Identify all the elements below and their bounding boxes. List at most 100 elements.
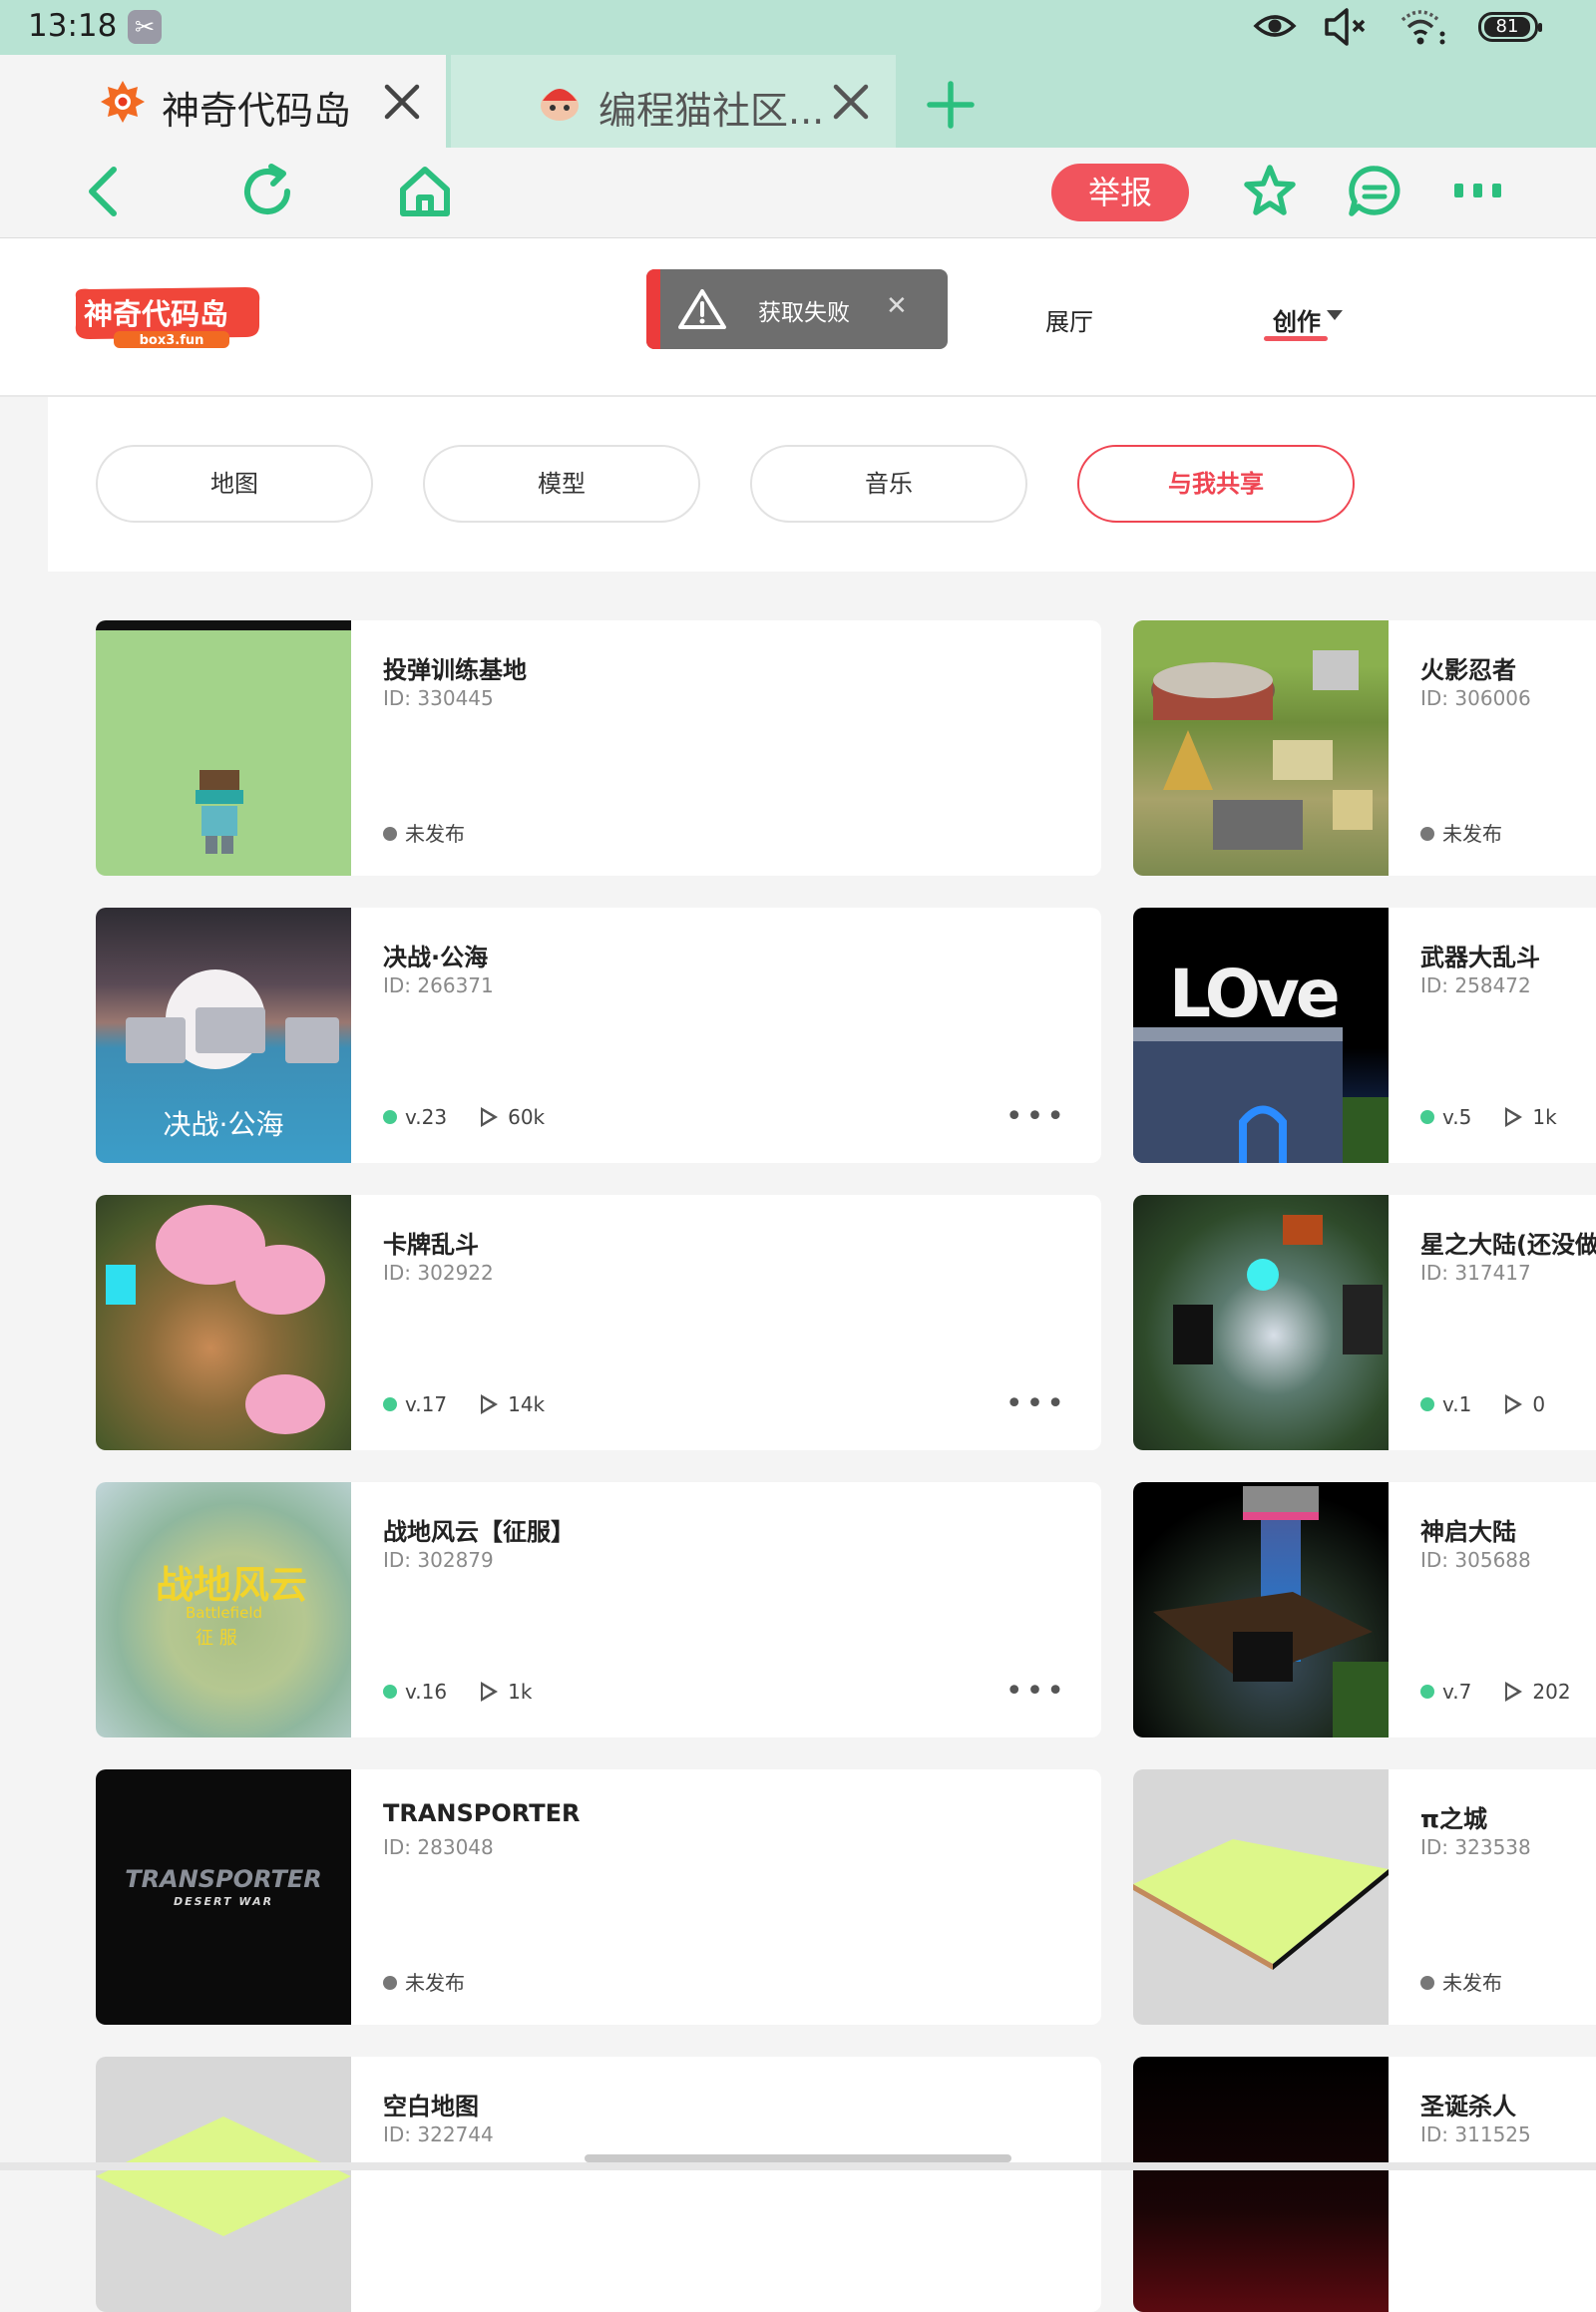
mute-icon — [1325, 8, 1366, 46]
project-card[interactable]: TRANSPORTER DESERT WAR TRANSPORTER ID: 2… — [96, 1769, 1101, 2025]
arrow-left-icon[interactable] — [76, 162, 136, 221]
project-card[interactable]: 战地风云 Battlefield 征 服 战地风云【征服】 ID: 302879… — [96, 1482, 1101, 1737]
project-card[interactable]: 星之大陆(还没做 ID: 317417 v.1 0 — [1133, 1195, 1596, 1450]
project-title: 卡牌乱斗 — [383, 1231, 479, 1259]
status-text: 未发布 — [405, 822, 465, 846]
project-version: v.7 — [1442, 1680, 1472, 1704]
project-card[interactable]: 圣诞杀人 ID: 311525 — [1133, 2057, 1596, 2312]
tab-shenqi[interactable]: 神奇代码岛 — [0, 55, 446, 148]
site-favicon-icon — [101, 81, 145, 123]
status-text: 未发布 — [405, 1971, 465, 1995]
project-id: ID: 323538 — [1420, 1835, 1531, 1859]
project-thumbnail[interactable] — [96, 1195, 351, 1450]
filter-map[interactable]: 地图 — [96, 445, 373, 523]
project-title: 神启大陆 — [1420, 1518, 1516, 1546]
project-card[interactable]: 神启大陆 ID: 305688 v.7 202 — [1133, 1482, 1596, 1737]
more-icon[interactable] — [1448, 162, 1508, 221]
project-thumbnail[interactable] — [96, 2057, 351, 2312]
play-icon — [1505, 1393, 1523, 1414]
project-status: 未发布 — [1420, 1967, 1502, 1996]
home-icon[interactable] — [395, 162, 455, 221]
project-id: ID: 302879 — [383, 1548, 494, 1572]
project-thumbnail[interactable] — [1133, 1195, 1389, 1450]
new-tab-plus-icon[interactable] — [924, 78, 978, 132]
project-thumbnail[interactable] — [1133, 2057, 1389, 2312]
site-logo[interactable]: 神奇代码岛 box3.fun — [70, 285, 265, 349]
filter-music[interactable]: 音乐 — [750, 445, 1027, 523]
tower-scene — [1153, 1486, 1389, 1737]
ship-shape — [196, 1007, 265, 1053]
status-dot-icon — [1420, 1684, 1434, 1699]
flat-plate-shape — [1133, 1839, 1389, 1970]
project-card[interactable]: 投弹训练基地 ID: 330445 未发布 — [96, 620, 1101, 876]
scissors-icon: ✂ — [128, 10, 162, 44]
play-icon — [481, 1106, 499, 1127]
report-button[interactable]: 举报 — [1051, 164, 1189, 221]
reload-icon[interactable] — [237, 162, 297, 221]
thumbnail-title: TRANSPORTER — [125, 1865, 322, 1893]
ship-shape — [126, 1017, 186, 1063]
site-header: 神奇代码岛 box3.fun 发现 展厅 创作 获取失败 ✕ — [0, 238, 1596, 397]
project-id: ID: 302922 — [383, 1261, 494, 1285]
project-card[interactable]: 决战·公海 决战·公海 ID: 266371 v.23 60k ••• — [96, 908, 1101, 1163]
thumbnail-subtitle-2: 征 服 — [196, 1628, 237, 1649]
status-bar: 13:18 ✂ 81 — [0, 0, 1596, 55]
comment-icon[interactable] — [1345, 162, 1404, 221]
close-icon[interactable]: ✕ — [886, 291, 908, 321]
project-title: 投弹训练基地 — [383, 656, 527, 684]
project-thumbnail[interactable]: 战地风云 Battlefield 征 服 — [96, 1482, 351, 1737]
project-version: v.1 — [1442, 1392, 1472, 1416]
nav-create[interactable]: 创作 — [1273, 302, 1321, 337]
project-title: 火影忍者 — [1420, 656, 1516, 684]
nav-bar-background — [0, 2162, 1596, 2170]
more-options-icon[interactable]: ••• — [1005, 1386, 1067, 1421]
blossom-shape — [235, 1245, 325, 1315]
more-options-icon[interactable]: ••• — [1005, 1674, 1067, 1709]
toast-message: 获取失败 — [758, 300, 850, 326]
project-card[interactable]: LOve 武器大乱斗 ID: 258472 v.5 1k — [1133, 908, 1596, 1163]
project-stats: v.7 202 — [1420, 1680, 1571, 1704]
project-card[interactable]: 火影忍者 ID: 306006 未发布 — [1133, 620, 1596, 876]
project-thumbnail[interactable] — [1133, 1482, 1389, 1737]
thumbnail-title: 战地风云 — [156, 1563, 308, 1607]
status-dot-icon — [383, 826, 397, 841]
status-dot-icon — [1420, 1975, 1434, 1990]
close-icon[interactable] — [828, 79, 874, 125]
tab-title: 编程猫社区... — [598, 89, 825, 133]
project-id: ID: 258472 — [1420, 973, 1531, 997]
eye-icon — [1253, 15, 1297, 37]
status-dot-icon — [383, 1684, 397, 1699]
project-card[interactable]: 空白地图 ID: 322744 — [96, 2057, 1101, 2312]
project-id: ID: 283048 — [383, 1835, 494, 1859]
project-thumbnail[interactable]: 决战·公海 — [96, 908, 351, 1163]
status-text: 未发布 — [1442, 822, 1502, 846]
project-stats: v.16 1k — [383, 1680, 532, 1704]
nav-gallery[interactable]: 展厅 — [1045, 302, 1093, 337]
star-icon[interactable] — [1240, 162, 1300, 221]
chevron-down-icon[interactable] — [1327, 310, 1343, 320]
ship-shape — [285, 1017, 339, 1063]
project-status: 未发布 — [383, 818, 465, 847]
project-thumbnail[interactable]: LOve — [1133, 908, 1389, 1163]
filter-shared-with-me[interactable]: 与我共享 — [1077, 445, 1355, 523]
project-title: TRANSPORTER — [383, 1799, 581, 1827]
project-thumbnail[interactable]: TRANSPORTER DESERT WAR — [96, 1769, 351, 2025]
project-thumbnail[interactable] — [1133, 620, 1389, 876]
project-card[interactable]: 卡牌乱斗 ID: 302922 v.17 14k ••• — [96, 1195, 1101, 1450]
project-stats: v.23 60k — [383, 1105, 545, 1129]
close-icon[interactable] — [379, 79, 425, 125]
category-filter: 地图 模型 音乐 与我共享 — [48, 397, 1596, 572]
project-thumbnail[interactable] — [1133, 1769, 1389, 2025]
more-options-icon[interactable]: ••• — [1005, 1099, 1067, 1134]
status-text: 未发布 — [1442, 1971, 1502, 1995]
home-indicator[interactable] — [585, 2154, 1011, 2162]
tab-codemao[interactable]: 编程猫社区... — [451, 55, 896, 148]
status-dot-icon — [383, 1975, 397, 1990]
filter-model[interactable]: 模型 — [423, 445, 700, 523]
project-id: ID: 330445 — [383, 686, 494, 710]
project-thumbnail[interactable] — [96, 620, 351, 876]
project-card[interactable]: π之城 ID: 323538 未发布 — [1133, 1769, 1596, 2025]
flat-plate-shape — [96, 2117, 351, 2236]
play-count: 1k — [1532, 1105, 1557, 1129]
project-id: ID: 317417 — [1420, 1261, 1531, 1285]
